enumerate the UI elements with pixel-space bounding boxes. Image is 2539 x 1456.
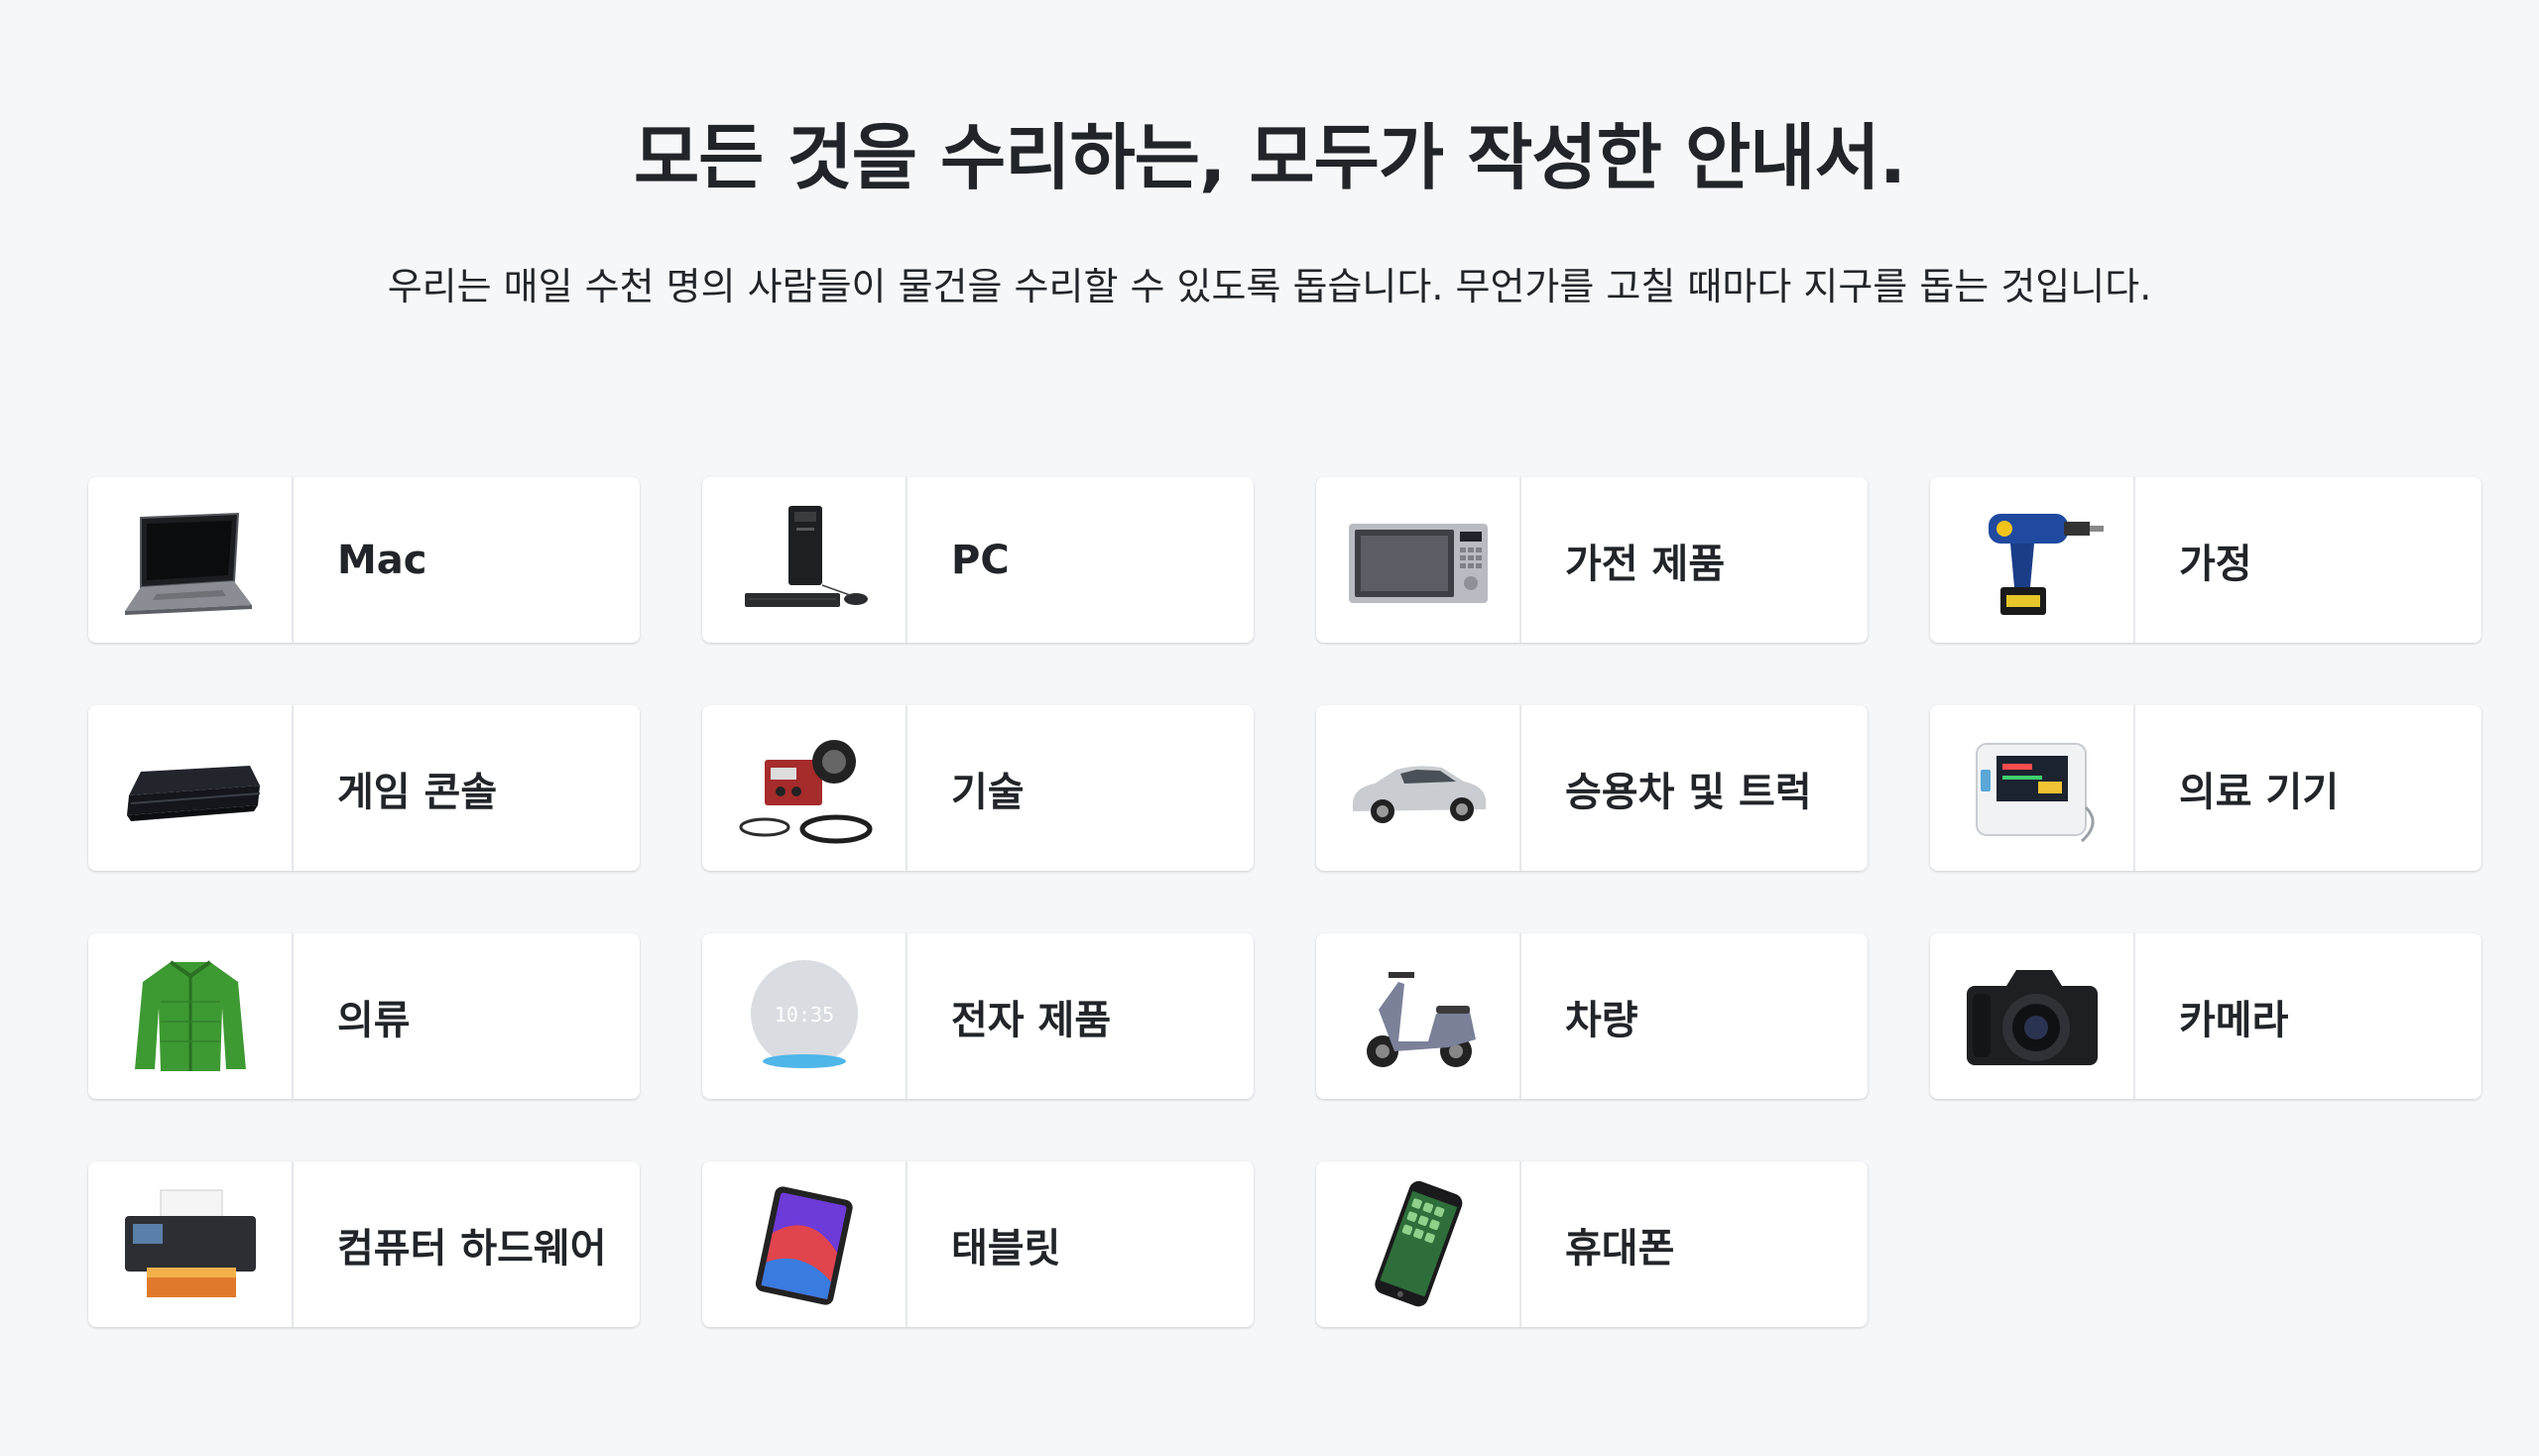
category-label: 가정 [2179,541,2252,587]
category-card-phone[interactable]: 휴대폰 [1316,1161,1868,1327]
category-card-appliances[interactable]: 가전 제품 [1316,477,1868,643]
category-card-tablet[interactable]: 태블릿 [702,1161,1254,1327]
category-thumb [702,705,907,871]
category-card-computer-hardware[interactable]: 컴퓨터 하드웨어 [88,1161,640,1327]
category-thumb [1316,477,1521,643]
tablet-icon [755,1185,853,1305]
category-grid: Mac PC 가전 제품 가정 게임 콘솔 기술 승용차 및 트럭 의료 기기 … [88,477,2481,1327]
category-thumb [1930,705,2135,871]
category-thumb [88,933,294,1099]
category-card-camera[interactable]: 카메라 [1930,933,2481,1099]
category-label: PC [951,537,1010,583]
scooter-icon [1366,971,1476,1067]
category-label: 휴대폰 [1565,1225,1675,1272]
car-icon [1352,765,1486,823]
category-label: 게임 콘솔 [337,769,498,815]
category-thumb [1316,705,1521,871]
category-card-medical[interactable]: 의료 기기 [1930,705,2481,871]
category-thumb [1930,933,2135,1099]
category-label: 카메라 [2179,997,2289,1043]
category-card-car-truck[interactable]: 승용차 및 트럭 [1316,705,1868,871]
category-label: 기술 [951,769,1025,815]
category-card-electronics[interactable]: 10:35 전자 제품 [702,933,1254,1099]
smart-speaker-icon: 10:35 [750,959,858,1068]
category-thumb: 10:35 [702,933,907,1099]
speaker-clock: 10:35 [774,1003,833,1027]
page-title: 모든 것을 수리하는, 모두가 작성한 안내서. [633,116,1906,199]
category-card-mac[interactable]: Mac [88,477,640,643]
laptop-icon [124,512,252,615]
category-label: 가전 제품 [1565,541,1726,587]
camera-icon [1966,969,2098,1065]
game-console-icon [126,765,260,821]
category-label: 승용차 및 트럭 [1565,769,1812,815]
category-thumb [1316,1161,1521,1327]
category-thumb [702,1161,907,1327]
desktop-pc-icon [744,505,868,607]
category-label: 컴퓨터 하드웨어 [337,1225,607,1272]
category-card-household[interactable]: 가정 [1930,477,2481,643]
category-card-apparel[interactable]: 의류 [88,933,640,1099]
category-thumb [1316,933,1521,1099]
welder-icon [739,739,872,843]
category-card-game-console[interactable]: 게임 콘솔 [88,705,640,871]
category-card-skills[interactable]: 기술 [702,705,1254,871]
category-label: 태블릿 [951,1225,1061,1272]
category-label: 전자 제품 [951,997,1112,1043]
category-thumb [702,477,907,643]
category-card-pc[interactable]: PC [702,477,1254,643]
medical-monitor-icon [1975,742,2094,842]
category-label: 차량 [1565,997,1638,1043]
category-thumb [1930,477,2135,643]
category-card-vehicle[interactable]: 차량 [1316,933,1868,1099]
microwave-icon [1348,523,1488,603]
category-thumb [88,705,294,871]
category-thumb [88,1161,294,1327]
category-label: 의류 [337,997,411,1043]
jacket-icon [134,959,246,1071]
printer-icon [124,1189,256,1297]
drill-icon [1988,513,2104,615]
smartphone-icon [1374,1180,1462,1306]
page-subtitle: 우리는 매일 수천 명의 사람들이 물건을 수리할 수 있도록 돕습니다. 무언… [387,265,2152,308]
category-label: Mac [337,537,427,583]
category-thumb [88,477,294,643]
category-label: 의료 기기 [2179,769,2340,815]
